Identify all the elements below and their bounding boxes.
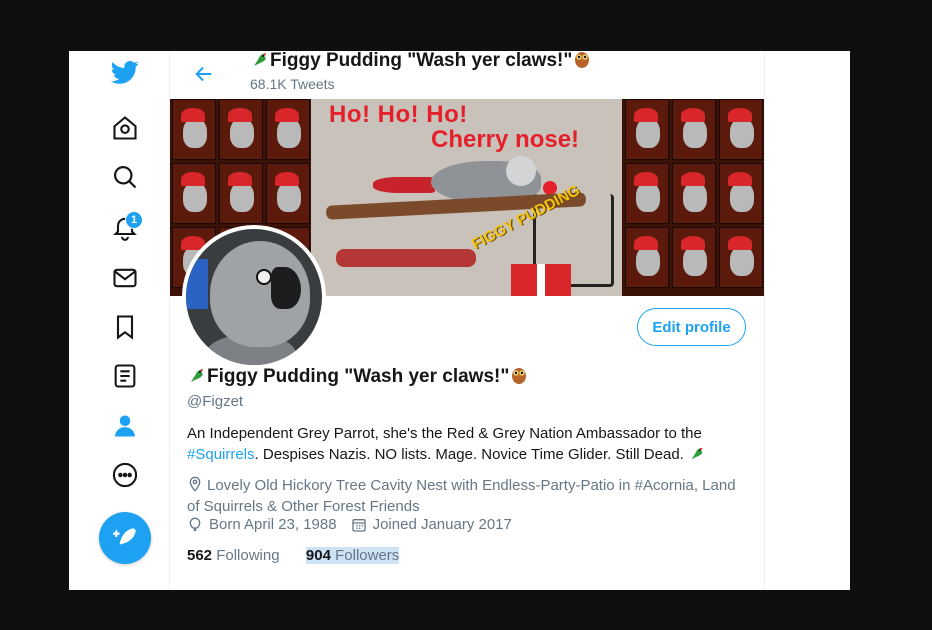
bookmarks-icon[interactable]	[107, 309, 143, 345]
profile-dates: Born April 23, 1988 Joined January 2017	[187, 516, 512, 533]
banner-cherry-nose-text: Cherry nose!	[431, 126, 580, 153]
profile-stats: 562 Following 904 Followers	[187, 547, 400, 564]
following-link[interactable]: 562 Following	[187, 547, 280, 564]
balloon-birthday-icon	[189, 517, 201, 531]
bio-hashtag-link[interactable]: #Squirrels	[187, 446, 255, 463]
profile-display-name: Figgy Pudding "Wash yer claws!"	[187, 365, 529, 388]
bio-text-part2: . Despises Nazis. NO lists. Mage. Novice…	[254, 446, 684, 463]
profile-person-icon[interactable]	[107, 408, 143, 444]
owl-emoji-icon	[509, 365, 529, 385]
followers-link[interactable]: 904 Followers	[305, 547, 400, 564]
back-arrow-icon[interactable]	[190, 60, 218, 88]
banner-right-tiles	[625, 99, 763, 288]
parrot-emoji-icon	[250, 51, 270, 69]
header-tweet-count: 68.1K Tweets	[250, 76, 335, 92]
profile-location: Lovely Old Hickory Tree Cavity Nest with…	[187, 475, 747, 517]
compose-tweet-button[interactable]	[99, 512, 151, 564]
banner-center-panel: Ho! Ho! Ho! Cherry nose! FIGGY PUDDING	[311, 99, 622, 296]
more-options-icon[interactable]	[107, 457, 143, 493]
profile-header-bar: Figgy Pudding "Wash yer claws!" 68.1K Tw…	[170, 51, 764, 98]
followers-label: Followers	[335, 547, 400, 564]
bio-text-part1: An Independent Grey Parrot, she's the Re…	[187, 425, 702, 442]
following-label: Following	[216, 547, 280, 564]
lists-icon[interactable]	[107, 358, 143, 394]
banner-sleigh	[336, 249, 476, 267]
notifications-bell-icon[interactable]: 1	[107, 209, 143, 245]
profile-bio: An Independent Grey Parrot, she's the Re…	[187, 423, 747, 465]
owl-emoji-icon	[572, 51, 592, 69]
header-name-text: Figgy Pudding "Wash yer claws!"	[270, 51, 573, 71]
profile-column: Figgy Pudding "Wash yer claws!" 68.1K Tw…	[169, 51, 765, 590]
profile-name-text: Figgy Pudding "Wash yer claws!"	[207, 366, 510, 387]
location-pin-icon	[189, 476, 201, 492]
banner-parrot-tail	[373, 177, 435, 193]
home-icon[interactable]	[107, 110, 143, 146]
calendar-icon	[351, 518, 366, 532]
banner-parrot-head	[506, 156, 536, 186]
profile-avatar[interactable]	[182, 225, 326, 369]
joined-date-text: Joined January 2017	[372, 516, 512, 533]
edit-profile-button[interactable]: Edit profile	[637, 308, 746, 346]
parrot-emoji-icon	[187, 365, 207, 385]
notification-count-badge: 1	[125, 211, 143, 229]
banner-ho-ho-text: Ho! Ho! Ho!	[329, 101, 468, 128]
following-count: 562	[187, 547, 213, 564]
messages-mail-icon[interactable]	[107, 260, 143, 296]
banner-gift	[511, 264, 571, 296]
born-date-text: Born April 23, 1988	[209, 516, 337, 533]
profile-handle: @Figzet	[187, 393, 244, 410]
parrot-emoji-icon	[688, 444, 708, 464]
app-window: 1 Figgy Pudding "Wash yer claws!" 68.1K …	[69, 51, 850, 590]
followers-count: 904	[305, 547, 331, 564]
twitter-logo-icon[interactable]	[107, 54, 143, 90]
location-text: Lovely Old Hickory Tree Cavity Nest with…	[187, 477, 736, 515]
explore-search-icon[interactable]	[107, 159, 143, 195]
feather-plus-icon	[113, 528, 136, 545]
side-nav: 1	[69, 51, 169, 590]
header-display-name: Figgy Pudding "Wash yer claws!"	[250, 51, 592, 72]
